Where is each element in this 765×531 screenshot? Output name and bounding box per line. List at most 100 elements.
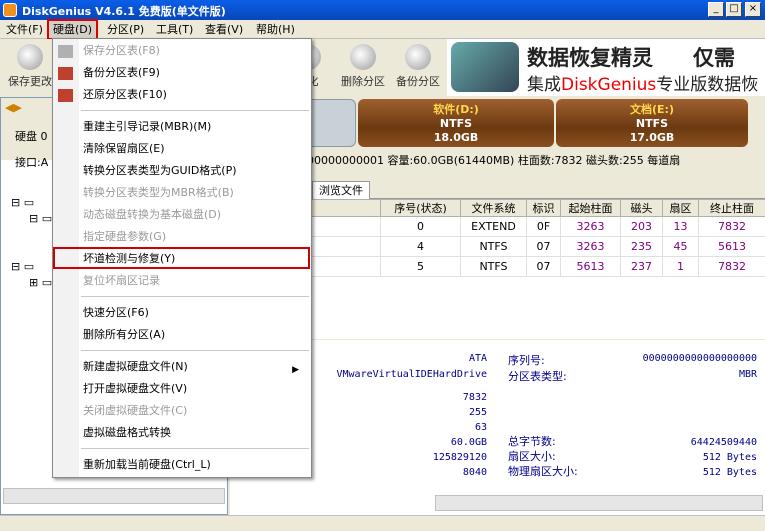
detail-pt-label: 分区表类型: [508, 370, 567, 383]
cell-sector: 1 [662, 256, 699, 277]
menu-item-open-virtual-disk[interactable]: 打开虚拟硬盘文件(V) [83, 379, 187, 399]
partition-e-name: 文档(E:) [630, 103, 674, 116]
cell-fs: EXTEND [460, 216, 527, 237]
menu-separator [81, 448, 309, 449]
col-sector[interactable]: 扇区 [662, 199, 699, 217]
banner-subline: 集成DiskGenius专业版数据恢 [527, 70, 758, 95]
save-changes-button[interactable]: 保存更改 [4, 42, 56, 94]
cell-id: 07 [526, 256, 561, 277]
tree-node-partition[interactable]: ⊟ ▭ [29, 212, 52, 225]
cell-start-cyl: 5613 [560, 256, 621, 277]
menu-item-set-disk-params[interactable]: 指定硬盘参数(G) [83, 227, 166, 247]
details-horizontal-scrollbar[interactable] [435, 495, 763, 511]
menu-item-restore-partition-table[interactable]: 还原分区表(F10) [83, 85, 167, 105]
banner-line2-pre: 集成 [527, 75, 561, 95]
col-start-cyl[interactable]: 起始柱面 [560, 199, 621, 217]
maximize-button[interactable]: □ [726, 2, 742, 17]
menu-item-bad-sector-check[interactable]: 坏道检测与修复(Y) [83, 249, 175, 269]
detail-sectors: 63 [474, 422, 487, 433]
partition-d-fs: NTFS [439, 117, 473, 130]
delete-partition-label: 删除分区 [341, 75, 385, 88]
tree-node-partition2[interactable]: ⊞ ▭ [29, 276, 52, 289]
menu-item-rebuild-mbr[interactable]: 重建主引导记录(MBR)(M) [83, 117, 211, 137]
cell-end-cyl: 5613 [698, 236, 765, 257]
nav-back-icon[interactable]: ◀▶ [5, 101, 22, 114]
menu-tools[interactable]: 工具(T) [152, 21, 197, 38]
cell-index: 0 [380, 216, 461, 237]
tree-horizontal-scrollbar[interactable] [3, 488, 225, 504]
backup-partition-label: 备份分区 [396, 75, 440, 88]
menu-item-reload-disk[interactable]: 重新加载当前硬盘(Ctrl_L) [83, 455, 211, 475]
restore-table-icon [58, 89, 73, 102]
detail-total-bytes-label: 总字节数: [508, 435, 556, 448]
menu-help[interactable]: 帮助(H) [252, 21, 299, 38]
menu-item-convert-guid[interactable]: 转换分区表类型为GUID格式(P) [83, 161, 237, 181]
cell-index: 5 [380, 256, 461, 277]
menu-item-convert-virtual-disk[interactable]: 虚拟磁盘格式转换 [83, 423, 171, 443]
banner-headline: 数据恢复精灵 仅需 [527, 42, 735, 72]
menu-partition[interactable]: 分区(P) [103, 21, 148, 38]
menu-item-delete-all-partitions[interactable]: 删除所有分区(A) [83, 325, 165, 345]
menu-item-close-virtual-disk[interactable]: 关闭虚拟硬盘文件(C) [83, 401, 187, 421]
cell-start-cyl: 3263 [560, 236, 621, 257]
disk-menu-dropdown: 保存分区表(F8) 备份分区表(F9) 还原分区表(F10) 重建主引导记录(M… [52, 38, 312, 478]
backup-partition-button[interactable]: 备份分区 [392, 42, 444, 94]
hard-disk-icon [451, 42, 519, 92]
menu-item-save-partition-table[interactable]: 保存分区表(F8) [83, 41, 160, 61]
cell-start-cyl: 3263 [560, 216, 621, 237]
col-head[interactable]: 磁头 [620, 199, 663, 217]
cell-id: 07 [526, 236, 561, 257]
save-label: 保存更改 [8, 75, 52, 88]
col-fs[interactable]: 文件系统 [460, 199, 527, 217]
menu-separator [81, 296, 309, 297]
tree-node-disk2[interactable]: ⊟ ▭ [11, 260, 34, 273]
menu-item-clear-reserved[interactable]: 清除保留扇区(E) [83, 139, 165, 159]
cell-sector: 45 [662, 236, 699, 257]
menu-item-reset-bad-sectors[interactable]: 复位坏扇区记录 [83, 271, 160, 291]
detail-total-sectors: 125829120 [432, 452, 487, 463]
app-icon [3, 3, 17, 17]
cell-head: 237 [620, 256, 663, 277]
banner-line1: 数据恢复精灵 [527, 46, 653, 70]
menu-separator [81, 110, 309, 111]
menu-file[interactable]: 文件(F) [2, 21, 47, 38]
menu-item-quick-partition[interactable]: 快速分区(F6) [83, 303, 149, 323]
detail-serial-value: 0000000000000000000 [642, 353, 757, 364]
tree-node-disk[interactable]: ⊟ ▭ [11, 196, 34, 209]
title-bar: DiskGenius V4.6.1 免费版(单文件版) _ □ × [0, 0, 765, 20]
tab-browse-files[interactable]: 浏览文件 [312, 181, 370, 199]
save-table-icon [58, 45, 73, 58]
cell-id: 0F [526, 216, 561, 237]
banner-line1-tail: 仅需 [693, 46, 735, 70]
cell-fs: NTFS [460, 256, 527, 277]
menu-disk[interactable]: 硬盘(D) [46, 19, 99, 40]
backup-partition-icon [405, 44, 431, 70]
menu-item-backup-partition-table[interactable]: 备份分区表(F9) [83, 63, 160, 83]
detail-phys-sector-label: 物理扇区大小: [508, 465, 578, 478]
menu-item-convert-mbr[interactable]: 转换分区表类型为MBR格式(B) [83, 183, 234, 203]
col-index[interactable]: 序号(状态) [380, 199, 461, 217]
detail-extra: 8040 [462, 467, 487, 478]
col-end-cyl[interactable]: 终止柱面 [698, 199, 765, 217]
cell-end-cyl: 7832 [698, 216, 765, 237]
menu-view[interactable]: 查看(V) [201, 21, 247, 38]
backup-table-icon [58, 67, 73, 80]
detail-sector-size-value: 512 Bytes [702, 452, 757, 463]
menu-item-dynamic-to-basic[interactable]: 动态磁盘转换为基本磁盘(D) [83, 205, 221, 225]
cell-head: 203 [620, 216, 663, 237]
col-id[interactable]: 标识 [526, 199, 561, 217]
menu-item-new-virtual-disk[interactable]: 新建虚拟硬盘文件(N) ▶ [83, 357, 307, 377]
minimize-button[interactable]: _ [708, 2, 724, 17]
delete-partition-icon [350, 44, 376, 70]
detail-pt-value: MBR [738, 369, 757, 380]
partition-d[interactable]: 软件(D:) NTFS 18.0GB [358, 99, 554, 147]
cell-fs: NTFS [460, 236, 527, 257]
detail-serial-label: 序列号: [508, 354, 545, 367]
disk-label: 硬盘 0 [15, 130, 48, 143]
cell-index: 4 [380, 236, 461, 257]
delete-partition-button[interactable]: 删除分区 [337, 42, 389, 94]
ad-banner[interactable]: 数据恢复精灵 仅需 集成DiskGenius专业版数据恢 [447, 39, 765, 96]
partition-e[interactable]: 文档(E:) NTFS 17.0GB [556, 99, 748, 147]
close-button[interactable]: × [745, 2, 761, 17]
submenu-arrow-icon: ▶ [292, 365, 299, 375]
